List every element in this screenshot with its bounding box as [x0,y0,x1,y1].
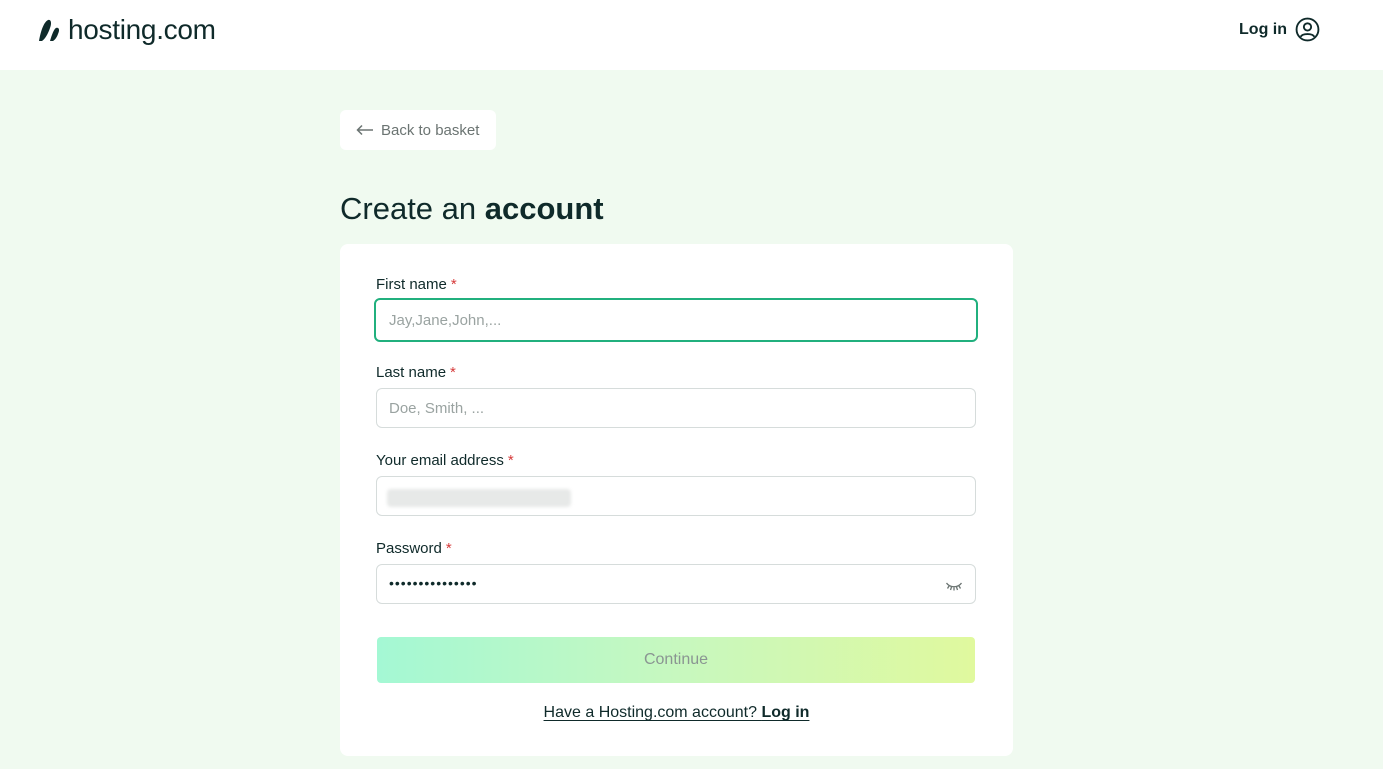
first-name-label: First name * [376,276,457,293]
header-login-button[interactable]: Log in [1239,17,1320,42]
login-link[interactable]: Have a Hosting.com account? Log in [544,704,810,721]
logo-text: hosting.com [68,14,216,45]
logo-mark-icon [39,19,60,41]
password-masked-value: ••••••••••••••• [389,575,478,591]
user-circle-icon [1295,17,1320,42]
email-label-text: Your email address [376,452,504,469]
logo[interactable]: hosting.com [36,14,216,46]
first-name-label-text: First name [376,276,447,293]
login-link-label: Log in [761,704,810,721]
required-mark: * [450,276,457,293]
last-name-input[interactable] [376,388,976,428]
continue-button[interactable]: Continue [377,637,975,683]
last-name-label-text: Last name [376,364,447,381]
required-mark: * [450,364,456,381]
arrow-left-icon [356,124,373,136]
continue-label: Continue [643,651,709,668]
last-name-label: Last name * [376,364,456,381]
page-title-prefix: Create an [340,191,477,226]
page-title-bold: account [484,191,604,226]
first-name-input[interactable] [374,298,978,342]
login-prompt: Have a Hosting.com account? Log in [340,704,1013,722]
signup-card: First name* Last name* Your email addres… [340,244,1013,756]
password-input[interactable]: ••••••••••••••• [376,564,976,604]
back-label: Back to basket [381,121,480,139]
page-title: Create an account [340,191,604,227]
email-redacted-value [387,489,571,507]
password-label: Password * [376,540,452,557]
password-label-text: Password [376,540,442,557]
required-mark: * [445,540,452,557]
back-to-basket-button[interactable]: Back to basket [340,110,496,150]
email-label: Your email address * [376,452,514,469]
required-mark: * [507,452,514,469]
header: hosting.com Log in [0,0,1383,70]
login-label: Log in [1239,20,1287,38]
login-question: Have a Hosting.com account? [543,704,757,721]
eye-closed-icon[interactable] [945,578,963,592]
email-input[interactable] [376,476,976,516]
